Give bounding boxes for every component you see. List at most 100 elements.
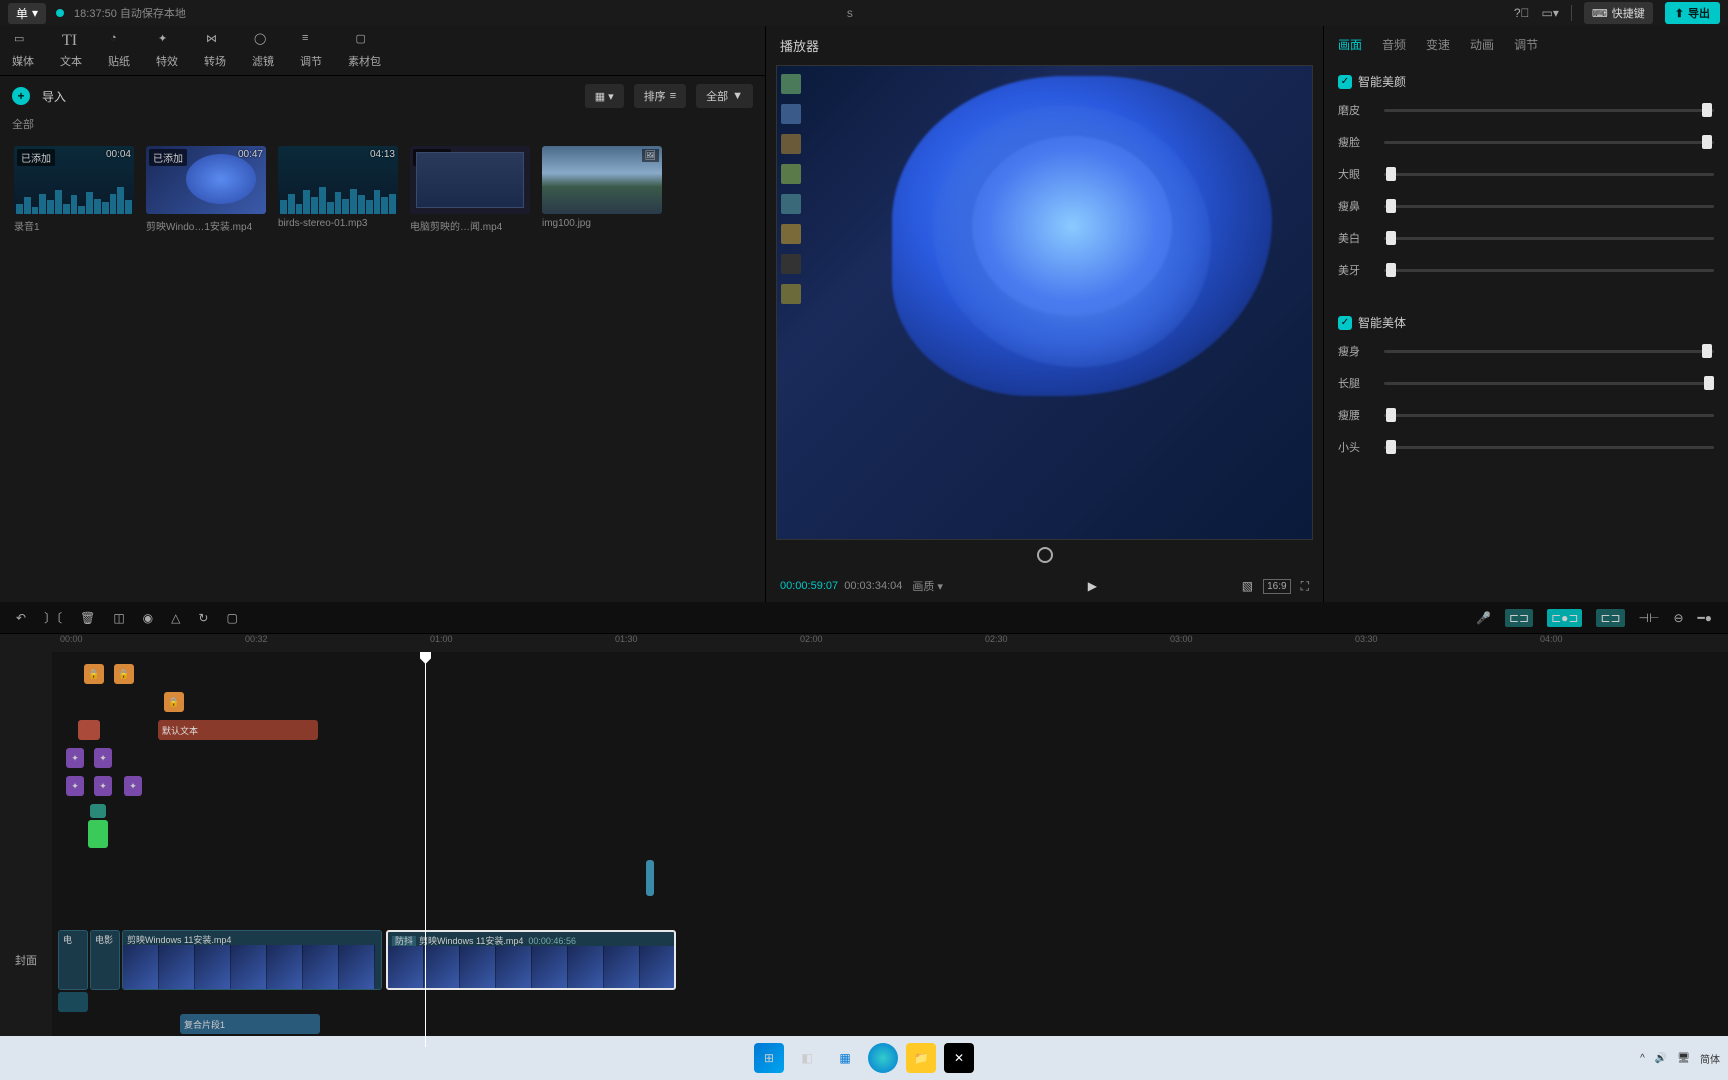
clip-trans[interactable] bbox=[90, 804, 106, 818]
app-icon[interactable]: ✕ bbox=[944, 1043, 974, 1073]
layout-icon[interactable]: ▭▾ bbox=[1542, 6, 1559, 20]
category-all[interactable]: 全部 bbox=[0, 116, 765, 138]
clip-marker[interactable]: 🔒 bbox=[164, 692, 184, 712]
media-item[interactable]: 已添加00:04 录音1 bbox=[14, 146, 134, 233]
explorer-icon[interactable]: 📁 bbox=[906, 1043, 936, 1073]
clip-green[interactable] bbox=[88, 820, 108, 848]
beauty-body-check[interactable]: ✓ bbox=[1338, 316, 1352, 330]
crop-icon[interactable]: ▢ bbox=[226, 611, 237, 625]
import-button[interactable]: + bbox=[12, 87, 30, 105]
slider-thumb[interactable] bbox=[1386, 199, 1396, 213]
tray-network-icon[interactable]: 🖥 bbox=[1677, 1053, 1690, 1064]
slider-thumb[interactable] bbox=[1704, 376, 1714, 390]
mic-icon[interactable]: 🎤 bbox=[1476, 611, 1491, 625]
slider-thumb[interactable] bbox=[1702, 135, 1712, 149]
tool-tab-fx[interactable]: ✦特效 bbox=[156, 32, 178, 69]
tool-tab-sticker[interactable]: ◔贴纸 bbox=[108, 32, 130, 69]
slider-thumb[interactable] bbox=[1386, 231, 1396, 245]
menu-button[interactable]: 单 ▾ bbox=[8, 3, 46, 24]
cover-button[interactable]: 封面 bbox=[0, 952, 52, 968]
link-icon[interactable]: ⊏●⊐ bbox=[1547, 609, 1582, 627]
clip-fx[interactable]: ✦ bbox=[66, 748, 84, 768]
task-view-icon[interactable]: ◧ bbox=[792, 1043, 822, 1073]
slider-track[interactable] bbox=[1384, 382, 1714, 385]
media-item[interactable]: 04:13 birds-stereo-01.mp3 bbox=[278, 146, 398, 233]
preview-icon[interactable]: ⊏⊐ bbox=[1596, 609, 1624, 627]
widgets-icon[interactable]: ▦ bbox=[830, 1043, 860, 1073]
beauty-face-check[interactable]: ✓ bbox=[1338, 75, 1352, 89]
tool-tab-trans[interactable]: ⋈转场 bbox=[204, 32, 226, 69]
slider-track[interactable] bbox=[1384, 350, 1714, 353]
clip-audio[interactable] bbox=[58, 992, 88, 1012]
filter-all-button[interactable]: 全部 ▼ bbox=[696, 84, 753, 108]
slider-track[interactable] bbox=[1384, 173, 1714, 176]
start-button[interactable]: ⊞ bbox=[754, 1043, 784, 1073]
quality-select[interactable]: 画质 ▾ bbox=[912, 578, 943, 594]
slider-thumb[interactable] bbox=[1702, 344, 1712, 358]
tool-tab-filter[interactable]: ◯滤镜 bbox=[252, 32, 274, 69]
edge-icon[interactable] bbox=[868, 1043, 898, 1073]
frame-icon[interactable]: ◫ bbox=[113, 611, 124, 625]
prop-tab-picture[interactable]: 画面 bbox=[1338, 36, 1362, 53]
media-item[interactable]: 已添加00:47 剪映Windo…1安装.mp4 bbox=[146, 146, 266, 233]
split-icon[interactable]: 〕〔 bbox=[44, 609, 62, 626]
tool-tab-media[interactable]: ▭媒体 bbox=[12, 32, 34, 69]
clip-fx[interactable]: ✦ bbox=[66, 776, 84, 796]
rotate-handle[interactable] bbox=[1037, 547, 1053, 563]
mirror-icon[interactable]: △ bbox=[171, 611, 180, 625]
undo-icon[interactable]: ↶ bbox=[16, 611, 26, 625]
clip-text[interactable]: 默认文本 bbox=[158, 720, 318, 740]
tray-volume-icon[interactable]: 🔊 bbox=[1655, 1053, 1667, 1064]
clip-video-small[interactable]: 电 bbox=[58, 930, 88, 990]
reverse-icon[interactable]: ◉ bbox=[143, 611, 153, 625]
clip-marker[interactable]: 🔒 bbox=[84, 664, 104, 684]
help-icon[interactable]: ?⃝ bbox=[1514, 6, 1530, 20]
clip-video-selected[interactable]: 防抖剪映Windows 11安装.mp4 00:00:46:56 bbox=[386, 930, 676, 990]
ime-label[interactable]: 简体 bbox=[1700, 1051, 1720, 1066]
slider-track[interactable] bbox=[1384, 414, 1714, 417]
slider-track[interactable] bbox=[1384, 446, 1714, 449]
prop-tab-adjust[interactable]: 调节 bbox=[1514, 36, 1538, 53]
timeline-ruler[interactable]: 00:00 00:32 01:00 01:30 02:00 02:30 03:0… bbox=[0, 634, 1728, 652]
play-button[interactable]: ▶ bbox=[1088, 579, 1097, 593]
slider-track[interactable] bbox=[1384, 141, 1714, 144]
shortcut-button[interactable]: ⌨ 快捷键 bbox=[1584, 2, 1653, 24]
view-mode-button[interactable]: ▦ ▾ bbox=[585, 84, 624, 108]
sort-button[interactable]: 排序 ≡ bbox=[634, 84, 686, 108]
clip-compound[interactable]: 复合片段1 bbox=[180, 1014, 320, 1034]
slider-track[interactable] bbox=[1384, 205, 1714, 208]
snapshot-icon[interactable]: ▧ bbox=[1242, 579, 1253, 593]
clip-marker[interactable]: 🔒 bbox=[114, 664, 134, 684]
zoom-out-icon[interactable]: ⊖ bbox=[1673, 611, 1683, 625]
fullscreen-icon[interactable]: ⛶ bbox=[1301, 579, 1309, 594]
zoom-slider[interactable]: ━● bbox=[1698, 611, 1712, 625]
slider-thumb[interactable] bbox=[1386, 167, 1396, 181]
slider-track[interactable] bbox=[1384, 269, 1714, 272]
magnet-icon[interactable]: ⊏⊐ bbox=[1505, 609, 1533, 627]
clip-video-main[interactable]: 剪映Windows 11安装.mp4 bbox=[122, 930, 382, 990]
slider-track[interactable] bbox=[1384, 237, 1714, 240]
prop-tab-speed[interactable]: 变速 bbox=[1426, 36, 1450, 53]
slider-thumb[interactable] bbox=[1386, 440, 1396, 454]
tool-tab-text[interactable]: TI文本 bbox=[60, 32, 82, 69]
import-label[interactable]: 导入 bbox=[42, 88, 66, 105]
slider-thumb[interactable] bbox=[1386, 263, 1396, 277]
playhead[interactable] bbox=[425, 652, 426, 1047]
media-item[interactable]: 🖼 img100.jpg bbox=[542, 146, 662, 233]
tray-chevron-icon[interactable]: ^ bbox=[1640, 1053, 1645, 1064]
clip-fx[interactable]: ✦ bbox=[94, 748, 112, 768]
delete-icon[interactable]: 🗑 bbox=[80, 611, 95, 625]
export-button[interactable]: ⬆ 导出 bbox=[1665, 2, 1720, 24]
clip-fx[interactable]: ✦ bbox=[124, 776, 142, 796]
slider-thumb[interactable] bbox=[1702, 103, 1712, 117]
clip-fx[interactable]: ✦ bbox=[94, 776, 112, 796]
slider-thumb[interactable] bbox=[1386, 408, 1396, 422]
tool-tab-adjust[interactable]: ≡调节 bbox=[300, 32, 322, 69]
prop-tab-audio[interactable]: 音频 bbox=[1382, 36, 1406, 53]
align-icon[interactable]: ⊣⊢ bbox=[1639, 611, 1660, 625]
clip-small[interactable] bbox=[646, 860, 654, 896]
clip-color[interactable] bbox=[78, 720, 100, 740]
slider-track[interactable] bbox=[1384, 109, 1714, 112]
media-item[interactable]: 已添加 电脑剪映的…闻.mp4 bbox=[410, 146, 530, 233]
rotate-icon[interactable]: ↻ bbox=[198, 611, 208, 625]
